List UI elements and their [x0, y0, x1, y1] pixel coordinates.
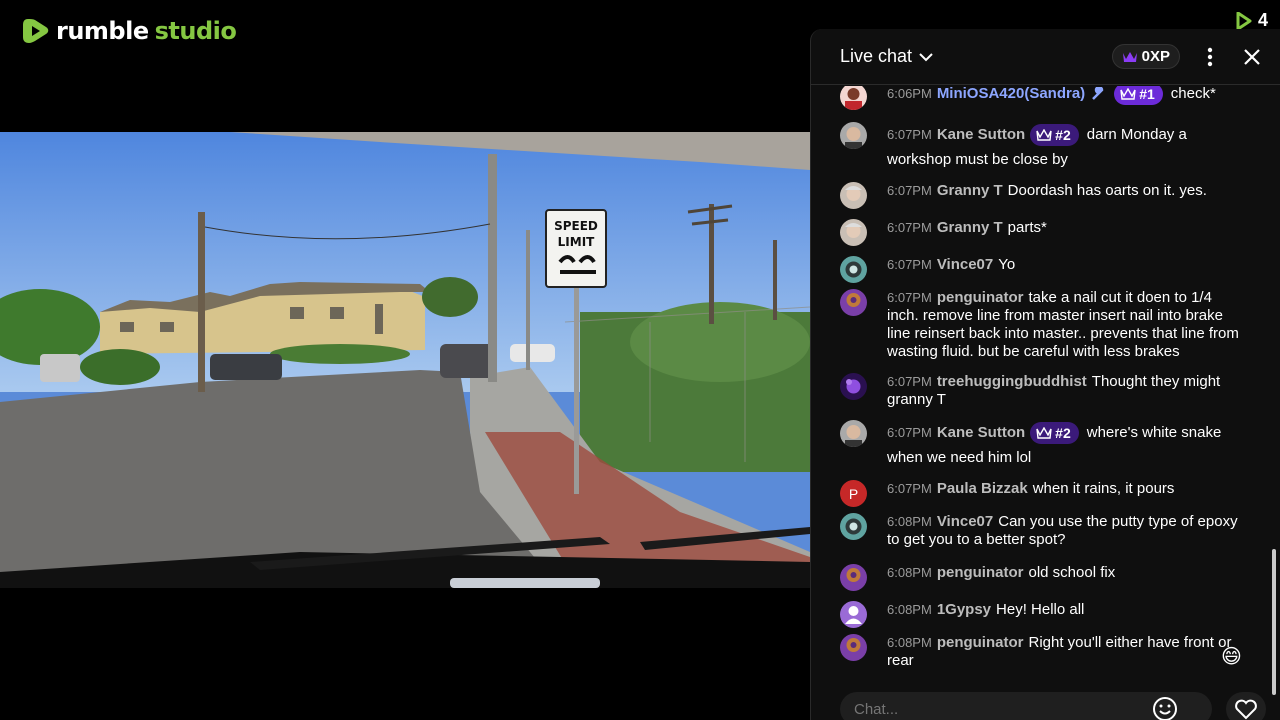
- avatar[interactable]: [840, 634, 867, 661]
- avatar[interactable]: [840, 182, 867, 209]
- crown-icon: [1122, 51, 1137, 62]
- speed-limit-sign: SPEED LIMIT: [545, 209, 607, 288]
- like-button[interactable]: [1226, 692, 1266, 720]
- chat-title: Live chat: [840, 46, 913, 66]
- avatar[interactable]: P: [840, 480, 867, 507]
- video-player[interactable]: SPEED LIMIT: [0, 132, 810, 588]
- chat-message: P 6:07PM Paula Bizzak when it rains, it po…: [840, 480, 1240, 507]
- username[interactable]: penguinator: [937, 564, 1024, 581]
- username[interactable]: penguinator: [937, 634, 1024, 651]
- chevron-down-icon: [919, 52, 933, 61]
- avatar[interactable]: [840, 256, 867, 283]
- viewers-play-icon: [1236, 11, 1252, 30]
- chat-message: 6:07PM penguinator take a nail cut it doen…: [840, 289, 1240, 361]
- heart-icon: [1235, 699, 1257, 720]
- message-text: Hey! Hello all: [996, 601, 1085, 618]
- message-text: old school fix: [1028, 564, 1116, 581]
- chat-message: 6:07PM Granny T Doordash has oarts on it. …: [840, 182, 1240, 209]
- rank-badge: #2: [1030, 422, 1079, 445]
- svg-text:LIMIT: LIMIT: [558, 235, 596, 249]
- close-icon: [1244, 48, 1260, 65]
- car: [510, 344, 555, 362]
- chat-message: 6:08PM penguinator Right you'll either hav…: [840, 634, 1240, 670]
- utility-pole: [198, 212, 205, 392]
- live-chat-panel: Live chat 0XP 6:06PM MiniOSA420(Sandra) …: [810, 29, 1280, 720]
- message-text: when it rains, it pours: [1032, 480, 1175, 497]
- avatar[interactable]: [840, 564, 867, 591]
- crown-icon: [1120, 87, 1136, 100]
- message-text: Doordash has oarts on it. yes.: [1007, 182, 1207, 199]
- chat-message: 6:08PM penguinator old school fix: [840, 564, 1240, 591]
- username[interactable]: Granny T: [937, 182, 1003, 199]
- username[interactable]: Kane Sutton: [937, 126, 1025, 143]
- username[interactable]: Kane Sutton: [937, 424, 1025, 441]
- car: [210, 354, 282, 380]
- username[interactable]: Paula Bizzak: [937, 480, 1028, 497]
- emoji-button[interactable]: [1152, 696, 1178, 720]
- brand-name: rumble studio: [56, 17, 237, 45]
- floating-emoji-reaction: 😄: [1221, 646, 1242, 668]
- more-options-button[interactable]: [1198, 45, 1222, 69]
- rank-badge: #1: [1114, 86, 1163, 105]
- username[interactable]: penguinator: [937, 289, 1024, 306]
- sign-post: [574, 282, 579, 494]
- avatar[interactable]: [840, 420, 867, 447]
- rumble-play-icon: [23, 19, 49, 43]
- username[interactable]: treehuggingbuddhist: [937, 373, 1087, 390]
- message-text: check*: [1170, 86, 1216, 102]
- username[interactable]: Vince07: [937, 256, 993, 273]
- xp-button[interactable]: 0XP: [1111, 44, 1180, 69]
- car: [440, 344, 495, 378]
- avatar[interactable]: [840, 373, 867, 400]
- car: [40, 354, 80, 382]
- username[interactable]: MiniOSA420(Sandra): [937, 86, 1085, 102]
- message-text: parts*: [1007, 219, 1047, 236]
- chat-message: 6:07PM treehuggingbuddhist Thought they mi…: [840, 373, 1240, 409]
- rank-badge: #2: [1030, 124, 1079, 147]
- chat-message: 6:07PM Vince07 Yo: [840, 256, 1240, 283]
- chat-message: 6:07PM Kane Sutton #2 darn Monday a worksho…: [840, 122, 1240, 172]
- close-chat-button[interactable]: [1240, 45, 1264, 69]
- chat-message: 6:06PM MiniOSA420(Sandra) #1 check*: [840, 86, 1240, 110]
- username[interactable]: Granny T: [937, 219, 1003, 236]
- chat-message: 6:08PM Vince07 Can you use the putty type …: [840, 513, 1240, 549]
- chat-message: 6:08PM 1Gypsy Hey! Hello all: [840, 601, 1240, 628]
- chat-header: Live chat 0XP: [811, 29, 1280, 85]
- chat-message: 6:07PM Kane Sutton #2 where's white snake w…: [840, 420, 1240, 470]
- xp-value: 0XP: [1141, 48, 1170, 65]
- avatar[interactable]: [840, 86, 867, 110]
- message-text: Yo: [998, 256, 1016, 273]
- viewer-count-value: 4: [1257, 10, 1268, 30]
- username[interactable]: 1Gypsy: [937, 601, 991, 618]
- wrench-icon: [1092, 86, 1104, 100]
- avatar[interactable]: [840, 289, 867, 316]
- rumble-studio-logo[interactable]: rumble studio: [22, 16, 237, 46]
- avatar[interactable]: [840, 219, 867, 246]
- avatar-letter: P: [848, 485, 859, 502]
- crown-icon: [1036, 426, 1052, 439]
- viewer-count: 4: [1236, 10, 1268, 31]
- chat-scrollbar[interactable]: [1272, 549, 1276, 695]
- chat-message: 6:07PM Granny Tparts*: [840, 219, 1240, 246]
- more-vertical-icon: [1207, 47, 1213, 66]
- chat-title-dropdown[interactable]: Live chat: [840, 46, 934, 67]
- svg-text:SPEED: SPEED: [554, 219, 598, 233]
- smiley-icon: [1153, 697, 1177, 720]
- avatar[interactable]: [840, 601, 867, 628]
- chat-message-list[interactable]: 6:06PM MiniOSA420(Sandra) #1 check* 6:07PM K…: [811, 86, 1270, 672]
- chat-input-row: [840, 692, 1266, 720]
- username[interactable]: Vince07: [937, 513, 993, 530]
- utility-pole: [488, 154, 497, 382]
- utility-pole: [773, 240, 777, 320]
- crown-icon: [1036, 128, 1052, 141]
- avatar[interactable]: [840, 513, 867, 540]
- avatar[interactable]: [840, 122, 867, 149]
